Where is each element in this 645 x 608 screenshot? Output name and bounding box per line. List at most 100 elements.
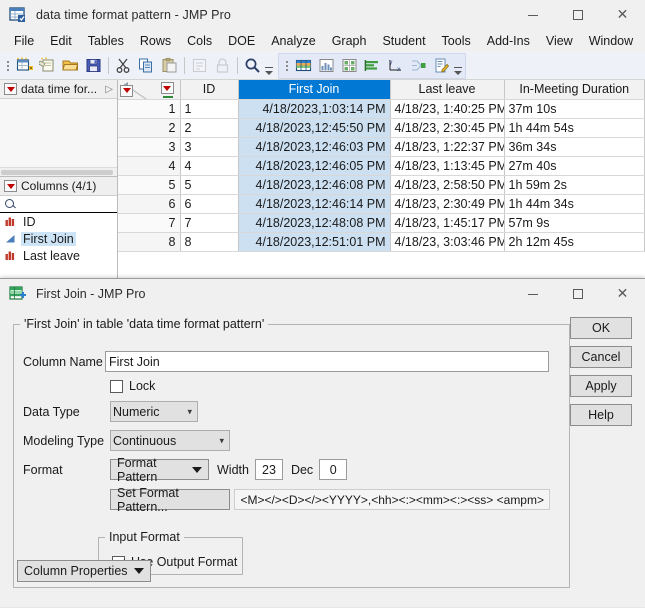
column-header-last-leave[interactable]: Last leave	[390, 80, 504, 99]
cell-id[interactable]: 2	[180, 118, 238, 137]
format-dropdown-button[interactable]: Format Pattern	[110, 459, 209, 480]
cell-in-meeting-duration[interactable]: 1h 59m 2s	[504, 175, 645, 194]
dialog-minimize-button[interactable]	[510, 279, 555, 309]
search-icon[interactable]	[241, 54, 264, 77]
table-node-header[interactable]: data time for... ▷	[0, 80, 117, 99]
cell-first-join[interactable]: 4/18/2023,12:45:50 PM	[238, 118, 390, 137]
help-button[interactable]: Help	[570, 404, 632, 426]
cell-id[interactable]: 4	[180, 156, 238, 175]
cell-last-leave[interactable]: 4/18/23, 1:13:45 PM	[390, 156, 504, 175]
table-panel-hscrollbar[interactable]	[0, 167, 117, 176]
row-number[interactable]: 3	[118, 137, 180, 156]
cell-id[interactable]: 7	[180, 213, 238, 232]
cell-in-meeting-duration[interactable]: 37m 10s	[504, 99, 645, 118]
column-search-input[interactable]	[0, 196, 117, 213]
row-number[interactable]: 7	[118, 213, 180, 232]
menu-view[interactable]: View	[538, 32, 581, 50]
data-table-icon[interactable]	[292, 54, 315, 77]
table-row[interactable]: 6 6 4/18/2023,12:46:14 PM 4/18/23, 2:30:…	[118, 194, 645, 213]
cell-last-leave[interactable]: 4/18/23, 3:03:46 PM	[390, 232, 504, 251]
format-pattern-display[interactable]: <M></><D></><YYYY>,<hh><:><mm><:><ss> <a…	[234, 489, 550, 510]
menu-window[interactable]: Window	[581, 32, 641, 50]
menu-graph[interactable]: Graph	[324, 32, 375, 50]
cell-first-join[interactable]: 4/18/2023,1:03:14 PM	[238, 99, 390, 118]
cell-id[interactable]: 6	[180, 194, 238, 213]
bar-chart-icon[interactable]	[361, 54, 384, 77]
cell-last-leave[interactable]: 4/18/23, 2:30:49 PM	[390, 194, 504, 213]
cell-in-meeting-duration[interactable]: 2h 12m 45s	[504, 232, 645, 251]
dialog-maximize-button[interactable]	[555, 279, 600, 309]
cell-last-leave[interactable]: 4/18/23, 1:40:25 PM	[390, 99, 504, 118]
table-row[interactable]: 5 5 4/18/2023,12:46:08 PM 4/18/23, 2:58:…	[118, 175, 645, 194]
copy-icon[interactable]	[135, 54, 158, 77]
column-properties-button[interactable]: Column Properties	[17, 560, 151, 582]
cell-first-join[interactable]: 4/18/2023,12:51:01 PM	[238, 232, 390, 251]
cell-first-join[interactable]: 4/18/2023,12:48:08 PM	[238, 213, 390, 232]
toolbar-overflow-icon[interactable]	[453, 55, 463, 77]
new-data-table-icon[interactable]	[13, 54, 36, 77]
cancel-button[interactable]: Cancel	[570, 346, 632, 368]
graph-builder-icon[interactable]	[407, 54, 430, 77]
open-folder-icon[interactable]	[59, 54, 82, 77]
cell-id[interactable]: 1	[180, 99, 238, 118]
table-corner-cell[interactable]	[118, 80, 180, 99]
menu-add-ins[interactable]: Add-Ins	[479, 32, 538, 50]
column-list-item-id[interactable]: ID	[0, 213, 117, 230]
table-row[interactable]: 2 2 4/18/2023,12:45:50 PM 4/18/23, 2:30:…	[118, 118, 645, 137]
menu-tables[interactable]: Tables	[80, 32, 132, 50]
fit-y-by-x-icon[interactable]	[338, 54, 361, 77]
toolbar-grip[interactable]	[284, 57, 290, 75]
data-type-select[interactable]: Numeric	[110, 401, 198, 422]
row-number[interactable]: 5	[118, 175, 180, 194]
lock-checkbox[interactable]: Lock	[110, 379, 155, 393]
row-number[interactable]: 6	[118, 194, 180, 213]
column-name-input[interactable]	[105, 351, 549, 372]
cell-in-meeting-duration[interactable]: 1h 44m 54s	[504, 118, 645, 137]
paste-icon[interactable]	[158, 54, 181, 77]
apply-button[interactable]: Apply	[570, 375, 632, 397]
menu-help[interactable]: Help	[641, 32, 645, 50]
cell-id[interactable]: 8	[180, 232, 238, 251]
red-triangle-icon[interactable]	[120, 85, 133, 97]
menu-doe[interactable]: DOE	[220, 32, 263, 50]
menu-cols[interactable]: Cols	[179, 32, 220, 50]
cell-last-leave[interactable]: 4/18/23, 2:30:45 PM	[390, 118, 504, 137]
column-header-in-meeting-duration[interactable]: In-Meeting Duration	[504, 80, 645, 99]
cell-first-join[interactable]: 4/18/2023,12:46:05 PM	[238, 156, 390, 175]
row-number[interactable]: 2	[118, 118, 180, 137]
menu-edit[interactable]: Edit	[42, 32, 80, 50]
menu-file[interactable]: File	[6, 32, 42, 50]
set-format-pattern-button[interactable]: Set Format Pattern...	[110, 489, 230, 510]
table-row[interactable]: 4 4 4/18/2023,12:46:05 PM 4/18/23, 1:13:…	[118, 156, 645, 175]
cell-last-leave[interactable]: 4/18/23, 1:45:17 PM	[390, 213, 504, 232]
cell-last-leave[interactable]: 4/18/23, 1:22:37 PM	[390, 137, 504, 156]
cut-icon[interactable]	[112, 54, 135, 77]
menu-tools[interactable]: Tools	[434, 32, 479, 50]
toolbar-grip[interactable]	[5, 57, 11, 75]
red-triangle-icon[interactable]	[4, 83, 17, 95]
menu-analyze[interactable]: Analyze	[263, 32, 323, 50]
table-row[interactable]: 1 1 4/18/2023,1:03:14 PM 4/18/23, 1:40:2…	[118, 99, 645, 118]
ok-button[interactable]: OK	[570, 317, 632, 339]
close-button[interactable]: ✕	[600, 0, 645, 30]
cell-first-join[interactable]: 4/18/2023,12:46:08 PM	[238, 175, 390, 194]
modeling-type-select[interactable]: Continuous	[110, 430, 230, 451]
dialog-close-button[interactable]: ✕	[600, 279, 645, 309]
row-number[interactable]: 1	[118, 99, 180, 118]
column-list-item-last-leave[interactable]: Last leave	[0, 247, 117, 264]
table-row[interactable]: 7 7 4/18/2023,12:48:08 PM 4/18/23, 1:45:…	[118, 213, 645, 232]
cell-id[interactable]: 5	[180, 175, 238, 194]
columns-panel-header[interactable]: Columns (4/1)	[0, 177, 117, 196]
cell-in-meeting-duration[interactable]: 1h 44m 34s	[504, 194, 645, 213]
column-header-first-join[interactable]: First Join	[238, 80, 390, 99]
table-row[interactable]: 8 8 4/18/2023,12:51:01 PM 4/18/23, 3:03:…	[118, 232, 645, 251]
table-row[interactable]: 3 3 4/18/2023,12:46:03 PM 4/18/23, 1:22:…	[118, 137, 645, 156]
column-header-id[interactable]: ID	[180, 80, 238, 99]
fit-curve-icon[interactable]: y x	[384, 54, 407, 77]
maximize-button[interactable]	[555, 0, 600, 30]
cell-id[interactable]: 3	[180, 137, 238, 156]
cell-last-leave[interactable]: 4/18/23, 2:58:50 PM	[390, 175, 504, 194]
row-number[interactable]: 8	[118, 232, 180, 251]
cell-in-meeting-duration[interactable]: 57m 9s	[504, 213, 645, 232]
cell-in-meeting-duration[interactable]: 27m 40s	[504, 156, 645, 175]
